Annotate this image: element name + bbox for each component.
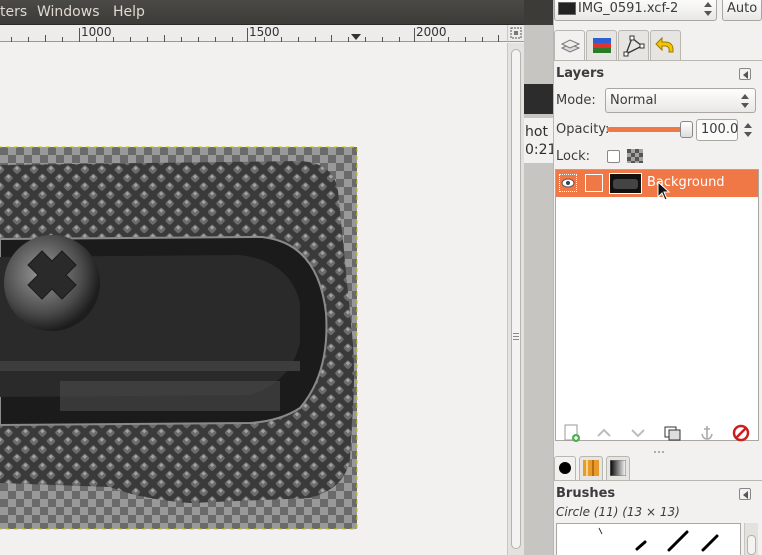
mode-select[interactable]: Normal	[605, 88, 756, 113]
chain-link-toggle[interactable]	[585, 174, 603, 192]
current-brush-name: Circle (11) (13 × 13)	[556, 505, 680, 519]
mode-value: Normal	[610, 93, 658, 108]
new-layer-icon[interactable]	[561, 422, 583, 444]
lower-layer-icon[interactable]	[627, 422, 649, 444]
layers-panel: Layers Mode: Normal Opacity: 100.0 Lock:…	[554, 60, 762, 450]
brush-circle-icon	[559, 462, 571, 474]
ruler-label-1000: 1000	[81, 25, 112, 39]
dock-separator-grip[interactable]	[654, 450, 664, 454]
brushes-title: Brushes	[556, 486, 616, 501]
lock-pixels-checkbox[interactable]	[607, 150, 620, 163]
image-layer-preview	[0, 146, 358, 530]
layers-title: Layers	[556, 66, 605, 81]
brush-grid[interactable]	[556, 523, 741, 555]
lock-label: Lock:	[556, 149, 591, 164]
layer-row[interactable]: Background	[556, 170, 758, 201]
auto-button-label: Auto	[727, 1, 758, 16]
opacity-slider[interactable]	[607, 127, 687, 132]
opacity-slider-knob[interactable]	[680, 121, 693, 138]
opacity-input[interactable]: 100.0	[696, 119, 738, 141]
brushes-panel: Brushes Circle (11) (13 × 13)	[554, 480, 762, 555]
background-window: hot 0:21	[524, 0, 553, 555]
background-text-1: hot	[525, 124, 548, 140]
raise-layer-icon[interactable]	[593, 422, 615, 444]
navigate-icon[interactable]	[507, 25, 524, 42]
lock-alpha-icon[interactable]	[627, 149, 643, 163]
brushes-scrollbar[interactable]	[744, 523, 758, 555]
visibility-eye-icon[interactable]	[559, 174, 577, 192]
panel-menu-icon[interactable]	[739, 488, 751, 500]
tab-paths[interactable]	[618, 30, 649, 60]
layers-icon	[560, 39, 581, 53]
updown-arrows-icon	[741, 94, 749, 108]
scrollbar-thumb[interactable]	[747, 535, 756, 555]
auto-button[interactable]: Auto	[722, 0, 762, 21]
undo-icon	[655, 36, 674, 53]
scrollbar-thumb[interactable]	[511, 49, 521, 549]
horizontal-ruler[interactable]: 1000 1500 2000	[0, 25, 507, 42]
image-selector-value: IMG_0591.xcf-2	[578, 1, 679, 16]
image-selector[interactable]: IMG_0591.xcf-2	[554, 0, 717, 21]
updown-arrows-icon	[704, 2, 712, 16]
spin-arrows-icon[interactable]	[741, 120, 755, 140]
menu-help[interactable]: Help	[113, 4, 145, 20]
duplicate-layer-icon[interactable]	[662, 422, 684, 444]
brush-previews	[598, 527, 719, 552]
paths-icon	[623, 35, 645, 57]
image-canvas[interactable]	[0, 43, 507, 555]
opacity-label: Opacity:	[556, 122, 610, 137]
tab-undo-history[interactable]	[650, 30, 681, 60]
background-text-2: 0:21	[525, 142, 553, 158]
tab-gradients[interactable]	[606, 456, 630, 480]
ruler-position-marker	[351, 34, 361, 40]
image-thumbnail	[558, 2, 576, 15]
menubar: ters Windows Help	[0, 0, 524, 25]
panel-menu-icon[interactable]	[739, 68, 751, 80]
layers-dock: IMG_0591.xcf-2 Auto Layers Mode: Normal …	[553, 0, 762, 555]
vertical-scrollbar[interactable]	[507, 43, 524, 555]
menu-filters[interactable]: ters	[0, 4, 27, 20]
opacity-slider-fill	[607, 127, 687, 132]
mode-label: Mode:	[556, 93, 596, 108]
gradient-icon	[610, 460, 626, 476]
opacity-value: 100.0	[701, 122, 739, 137]
layer-list: Background	[555, 169, 759, 441]
ruler-label-1500: 1500	[249, 25, 280, 39]
anchor-layer-icon[interactable]	[696, 422, 718, 444]
mouse-cursor-icon	[657, 181, 671, 201]
delete-layer-icon[interactable]	[730, 422, 752, 444]
tab-layers[interactable]	[554, 30, 585, 61]
layer-thumbnail	[609, 173, 642, 194]
pattern-icon	[583, 460, 599, 476]
tab-patterns[interactable]	[579, 456, 603, 480]
tab-channels[interactable]	[586, 30, 617, 60]
ruler-label-2000: 2000	[416, 25, 447, 39]
tab-brushes[interactable]	[554, 456, 576, 480]
menu-windows[interactable]: Windows	[37, 4, 100, 20]
channels-icon	[593, 38, 611, 53]
